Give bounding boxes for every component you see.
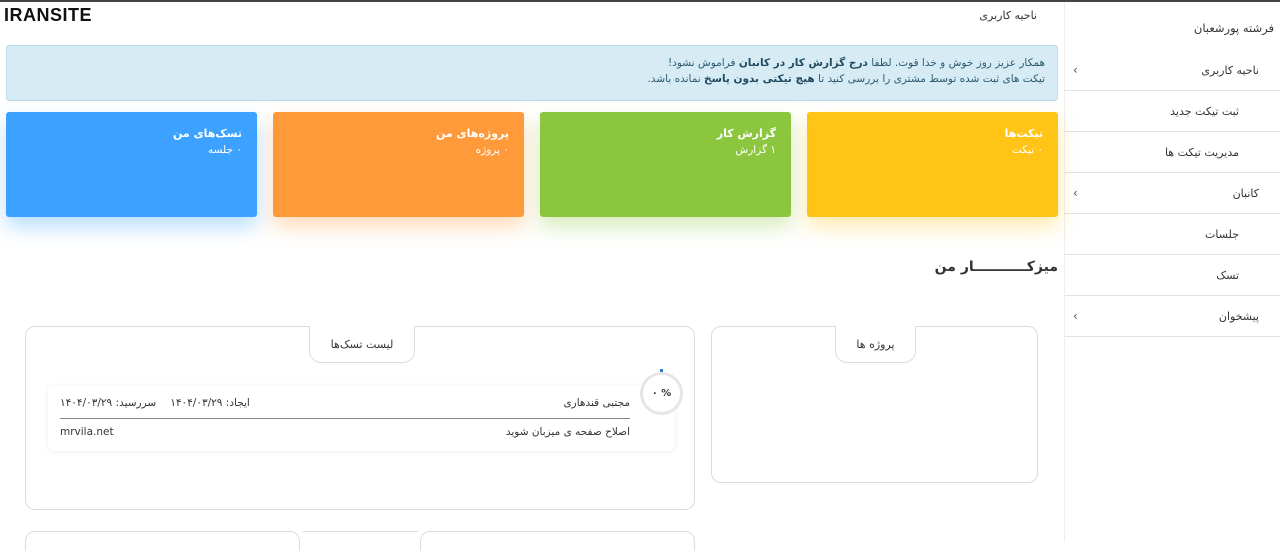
site-logo[interactable]: IRANSITE — [4, 5, 92, 26]
card-my-tasks[interactable]: تسک‌های من ۰ جلسه — [6, 112, 257, 217]
sidebar-item-label: ناحیه کاربری — [1201, 63, 1259, 77]
task-site[interactable]: mrvila.net — [60, 426, 114, 438]
sidebar-item-label: پیشخوان — [1218, 309, 1259, 323]
header-area-label[interactable]: ناحیه کاربری — [900, 9, 1037, 22]
task-card[interactable]: مجتبی قندهاری ایجاد: ۱۴۰۴/۰۳/۲۹ سررسید: … — [48, 385, 675, 451]
sidebar-item-manage-tickets[interactable]: مدیریت تیکت ها — [1065, 132, 1280, 173]
task-dates: ایجاد: ۱۴۰۴/۰۳/۲۹ سررسید: ۱۴۰۴/۰۳/۲۹ — [60, 397, 250, 409]
card-title: گزارش کار — [716, 127, 776, 140]
tasks-panel: لیست تسک‌ها مجتبی قندهاری ایجاد: ۱۴۰۴/۰۳… — [25, 326, 695, 510]
task-assignee: مجتبی قندهاری — [563, 397, 630, 409]
sidebar-item-label: کانبان — [1232, 186, 1259, 200]
projects-tab[interactable]: پروژه ها — [835, 326, 916, 363]
card-tickets[interactable]: تیکت‌ها ۰ تیکت — [807, 112, 1058, 217]
sidebar-item-label: مدیریت تیکت ها — [1164, 145, 1239, 159]
card-title: پروژه‌های من — [435, 127, 509, 140]
sidebar-item-label: ثبت تیکت جدید — [1170, 104, 1239, 118]
alert-line-1: همکار عزیز روز خوش و خدا قوت. لطفا درج گ… — [667, 57, 1045, 69]
sidebar-menu: ناحیه کاربری › ثبت تیکت جدید مدیریت تیکت… — [1065, 50, 1280, 337]
sidebar: فرشته پورشعبان ناحیه کاربری › ثبت تیکت ج… — [1064, 2, 1280, 542]
next-panel-tab-stub — [303, 531, 418, 551]
task-progress-circle: ۰ % — [640, 372, 683, 415]
card-subtitle: ۱ گزارش — [735, 144, 776, 156]
alert-line-2: تیکت های ثبت شده توسط مشتری را بررسی کنی… — [647, 73, 1045, 85]
sidebar-item-label: جلسات — [1205, 227, 1239, 241]
next-panel-stub — [25, 531, 300, 551]
sidebar-item-task[interactable]: تسک — [1065, 255, 1280, 296]
info-alert: همکار عزیز روز خوش و خدا قوت. لطفا درج گ… — [6, 45, 1058, 101]
section-title: میزکـــــــــــار من — [934, 259, 1058, 275]
card-subtitle: ۰ تیکت — [1011, 144, 1043, 156]
card-title: تسک‌های من — [173, 127, 242, 140]
card-my-projects[interactable]: پروژه‌های من ۰ پروژه — [273, 112, 524, 217]
sidebar-item-label: تسک — [1216, 268, 1239, 282]
chevron-icon: › — [1073, 186, 1078, 200]
task-title: اصلاح صفحه ی میزبان شوید — [505, 426, 630, 438]
projects-panel: پروژه ها — [711, 326, 1038, 483]
card-title: تیکت‌ها — [1004, 127, 1043, 140]
sidebar-item-meetings[interactable]: جلسات — [1065, 214, 1280, 255]
tasks-tab[interactable]: لیست تسک‌ها — [309, 326, 415, 363]
card-subtitle: ۰ جلسه — [208, 144, 242, 156]
sidebar-item-new-ticket[interactable]: ثبت تیکت جدید — [1065, 91, 1280, 132]
sidebar-item-kanban[interactable]: کانبان › — [1065, 173, 1280, 214]
chevron-icon: › — [1073, 63, 1078, 77]
chevron-icon: › — [1073, 309, 1078, 323]
sidebar-user-name[interactable]: فرشته پورشعبان — [1069, 8, 1274, 48]
next-panel-stub — [420, 531, 695, 551]
task-divider — [60, 418, 630, 419]
sidebar-item-user-area[interactable]: ناحیه کاربری › — [1065, 50, 1280, 91]
card-work-report[interactable]: گزارش کار ۱ گزارش — [540, 112, 791, 217]
card-subtitle: ۰ پروژه — [475, 144, 509, 156]
sidebar-item-dashboard[interactable]: پیشخوان › — [1065, 296, 1280, 337]
